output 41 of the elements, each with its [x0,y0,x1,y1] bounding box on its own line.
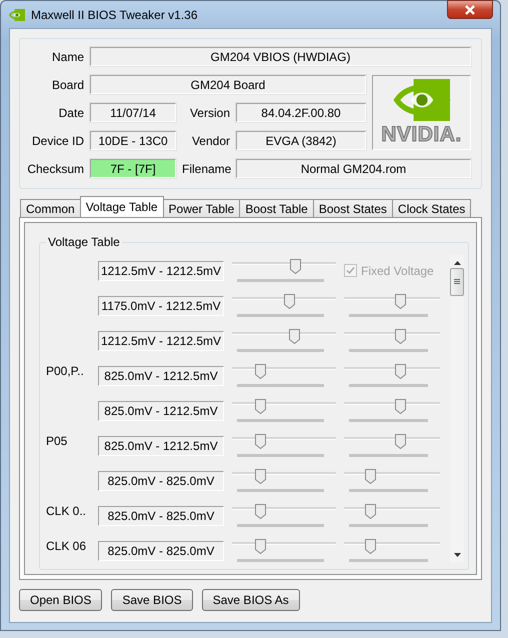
readonly-field: GM204 VBIOS (HWDIAG) [90,47,471,66]
readonly-field: GM204 Board [90,75,366,94]
range-field: 1175.0mV - 1212.5mV [98,296,224,316]
tab[interactable]: Clock States [392,199,472,217]
row-label: P00,P.. [46,364,85,378]
row-label: CLK 0.. [46,504,88,518]
readonly-field: 10DE - 13C0 [90,131,176,150]
window-title: Maxwell II BIOS Tweaker v1.36 [31,8,198,22]
tab[interactable]: Voltage Table [80,196,164,217]
field-label: Date [58,106,84,120]
tab[interactable]: Boost Table [239,199,314,217]
range-field: 825.0mV - 1212.5mV [98,436,224,456]
range-field: 825.0mV - 825.0mV [98,540,224,560]
action-button[interactable]: Save BIOS [111,589,193,611]
row-label: CLK 06 [46,539,88,553]
field-label: Version [188,106,230,120]
logo: NVIDIA. [372,75,471,150]
field-label: Checksum [26,162,84,176]
field-label: Vendor [190,134,230,148]
tab[interactable]: Boost States [312,199,393,217]
field-label: Filename [182,162,230,176]
readonly-field: 84.04.2F.00.80 [236,103,366,122]
field-label: Board [50,78,84,92]
tab[interactable]: Power Table [162,199,240,217]
row-label: P05 [46,434,68,448]
readonly-field: EVGA (3842) [236,131,366,150]
tab[interactable]: Common [20,199,81,217]
group-title: Voltage Table [47,235,121,249]
action-button[interactable]: Save BIOS As [202,589,300,611]
field-label: Device ID [30,134,84,148]
readonly-field: Normal GM204.rom [236,159,471,178]
range-field: 825.0mV - 825.0mV [98,506,224,526]
field-label: Name [50,50,84,64]
range-field: 825.0mV - 825.0mV [98,470,224,490]
action-button[interactable]: Open BIOS [19,589,102,611]
range-field: 1212.5mV - 1212.5mV [98,330,224,350]
range-field: 1212.5mV - 1212.5mV [98,260,224,280]
readonly-field: 11/07/14 [90,103,176,122]
readonly-field: 7F - [7F] [90,159,176,178]
range-field: 825.0mV - 1212.5mV [98,400,224,420]
range-field: 825.0mV - 1212.5mV [98,366,224,386]
